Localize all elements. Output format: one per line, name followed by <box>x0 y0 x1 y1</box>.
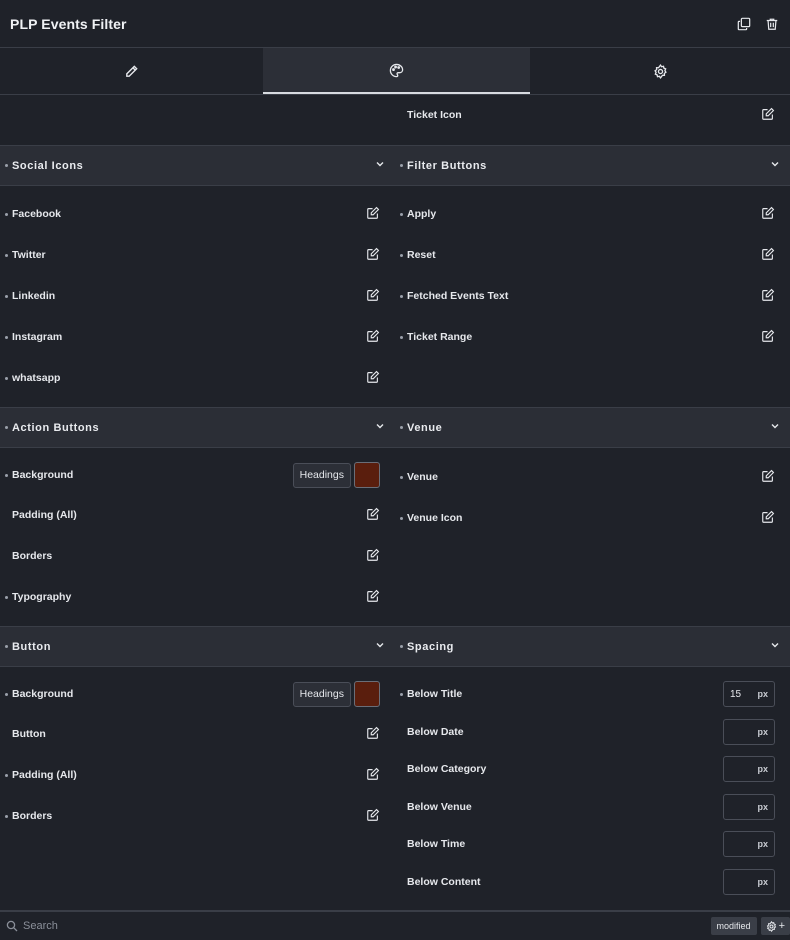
edit-icon[interactable] <box>366 507 380 524</box>
section-social-icons[interactable]: Social Icons <box>0 145 395 186</box>
list-item: whatsapp <box>0 366 395 390</box>
panel-tabs <box>0 48 790 95</box>
list-item: Ticket Range <box>395 325 790 349</box>
chevron-down-icon[interactable] <box>375 640 385 653</box>
section-spacing[interactable]: Spacing <box>395 626 790 667</box>
list-item: Background Headings <box>0 462 395 488</box>
gear-icon <box>766 920 776 932</box>
list-item: Venue <box>395 465 790 489</box>
headings-button[interactable]: Headings <box>292 462 351 488</box>
spacing-row: Below Time px <box>395 831 790 857</box>
section-venue[interactable]: Venue <box>395 407 790 448</box>
edit-icon[interactable] <box>366 548 380 565</box>
edit-icon[interactable] <box>366 589 380 606</box>
list-item: Reset <box>395 243 790 267</box>
list-item: Fetched Events Text <box>395 284 790 308</box>
search-icon <box>6 920 18 932</box>
status-badge: modified <box>710 917 757 935</box>
spacing-input[interactable]: px <box>723 794 775 820</box>
section-title: Social Icons <box>12 159 84 172</box>
edit-icon[interactable] <box>366 329 380 346</box>
spacing-input[interactable]: 15 px <box>723 681 775 707</box>
edit-icon[interactable] <box>366 247 380 264</box>
list-item: Venue Icon <box>395 506 790 530</box>
edit-icon[interactable] <box>366 808 380 825</box>
page-title: PLP Events Filter <box>10 15 127 32</box>
list-item: Linkedin <box>0 284 395 308</box>
chevron-down-icon[interactable] <box>375 421 385 434</box>
tab-style[interactable] <box>263 48 530 94</box>
spacing-row: Below Date px <box>395 719 790 745</box>
section-title: Venue <box>407 421 443 434</box>
list-item: Borders <box>0 804 395 828</box>
edit-icon[interactable] <box>366 767 380 784</box>
spacing-input[interactable]: px <box>723 719 775 745</box>
edit-icon[interactable] <box>366 288 380 305</box>
edit-icon[interactable] <box>761 288 775 305</box>
section-action-buttons[interactable]: Action Buttons <box>0 407 395 448</box>
list-item: Facebook <box>0 202 395 226</box>
list-item: Button <box>0 722 395 746</box>
footer-bar: modified + <box>0 910 790 940</box>
section-title: Button <box>12 640 52 653</box>
spacing-input[interactable]: px <box>723 756 775 782</box>
list-item: Apply <box>395 202 790 226</box>
spacing-row: Below Title 15 px <box>395 681 790 707</box>
list-item: Twitter <box>0 243 395 267</box>
edit-icon[interactable] <box>761 510 775 527</box>
add-settings-button[interactable]: + <box>760 917 790 935</box>
chevron-down-icon[interactable] <box>375 159 385 172</box>
edit-icon[interactable] <box>761 206 775 223</box>
edit-icon[interactable] <box>761 469 775 486</box>
search-input[interactable] <box>23 920 223 932</box>
spacing-row: Below Venue px <box>395 794 790 820</box>
section-title: Action Buttons <box>12 421 100 434</box>
edit-icon[interactable] <box>761 107 775 124</box>
section-filter-buttons[interactable]: Filter Buttons <box>395 145 790 186</box>
chevron-down-icon[interactable] <box>770 159 780 172</box>
list-item: Instagram <box>0 325 395 349</box>
list-item: Padding (All) <box>0 503 395 527</box>
header-actions <box>736 16 780 32</box>
edit-icon[interactable] <box>761 329 775 346</box>
edit-icon[interactable] <box>366 370 380 387</box>
trash-icon[interactable] <box>764 16 780 32</box>
gear-icon <box>653 63 667 79</box>
list-item: Background Headings <box>0 681 395 707</box>
chevron-down-icon[interactable] <box>770 421 780 434</box>
color-swatch[interactable] <box>354 462 380 488</box>
spacing-row: Below Content px <box>395 869 790 895</box>
list-item: Typography <box>0 585 395 609</box>
color-swatch[interactable] <box>354 681 380 707</box>
edit-icon[interactable] <box>366 206 380 223</box>
section-title: Filter Buttons <box>407 159 487 172</box>
edit-icon[interactable] <box>761 247 775 264</box>
list-item: Ticket Icon <box>395 103 790 127</box>
spacing-row: Below Category px <box>395 756 790 782</box>
duplicate-icon[interactable] <box>736 16 752 32</box>
palette-icon <box>389 63 404 77</box>
tab-advanced[interactable] <box>530 48 790 94</box>
list-item: Padding (All) <box>0 763 395 787</box>
section-button[interactable]: Button <box>0 626 395 667</box>
list-item: Borders <box>0 544 395 568</box>
section-title: Spacing <box>407 640 454 653</box>
panel-header: PLP Events Filter <box>0 0 790 48</box>
edit-icon[interactable] <box>366 726 380 743</box>
headings-button[interactable]: Headings <box>292 681 351 707</box>
search-box <box>6 920 223 932</box>
spacing-input[interactable]: px <box>723 831 775 857</box>
pencil-icon <box>126 64 138 77</box>
spacing-input[interactable]: px <box>723 869 775 895</box>
chevron-down-icon[interactable] <box>770 640 780 653</box>
tab-content[interactable] <box>0 48 263 94</box>
